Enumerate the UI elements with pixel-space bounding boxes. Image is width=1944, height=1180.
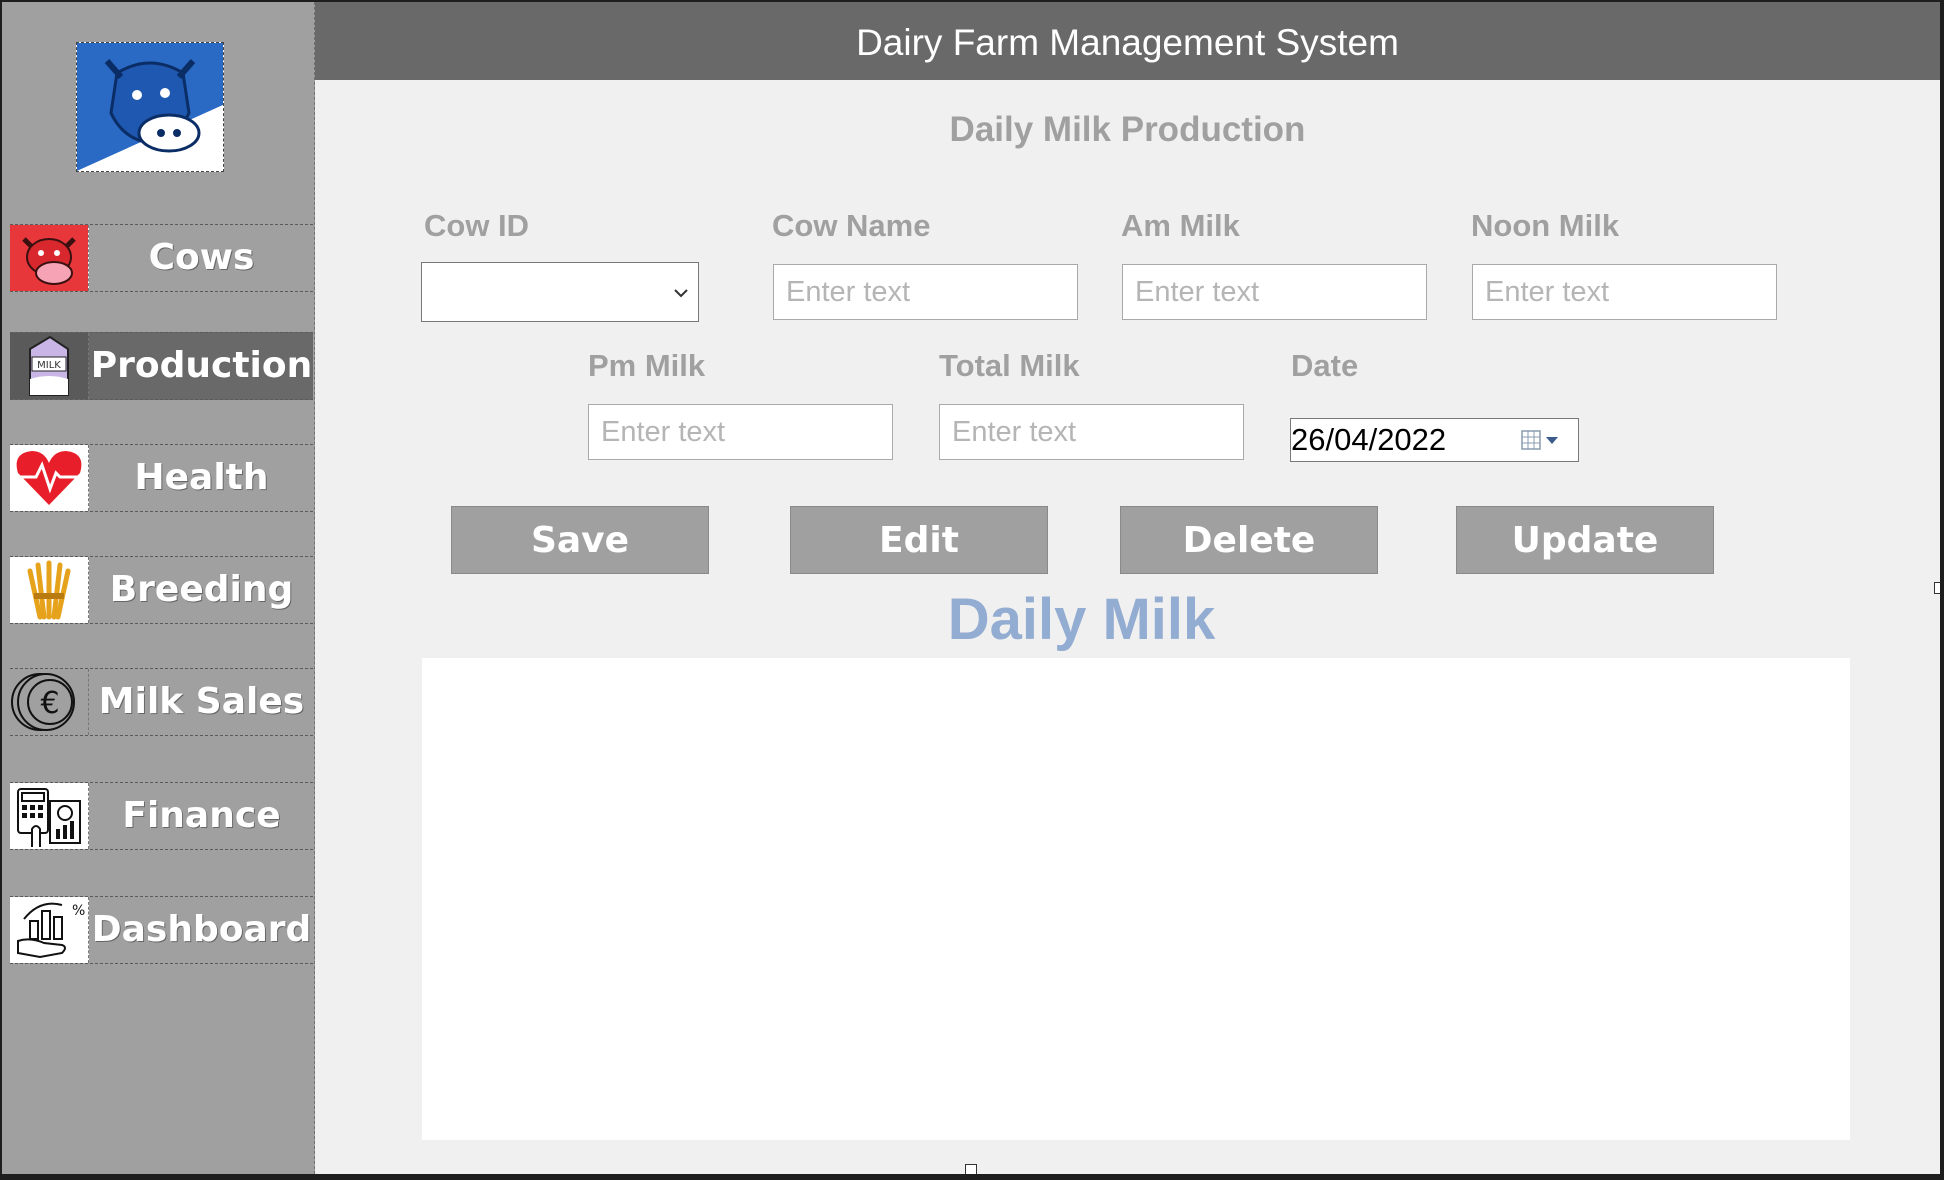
sidebar-item-dashboard[interactable]: % Dashboard [10,896,313,964]
cow-name-label: Cow Name [772,208,931,243]
section-title: Daily Milk Production [949,110,1306,149]
sidebar-item-finance[interactable]: Finance [10,782,313,850]
pm-milk-label: Pm Milk [588,348,706,383]
save-button[interactable]: Save [451,506,709,574]
grid-title-text: Daily Milk [947,587,1216,652]
sidebar-item-cows[interactable]: Cows [10,224,313,292]
sidebar-item-label: Health [134,457,269,498]
cow-icon [10,225,89,291]
dashboard-chart-icon: % [10,897,89,963]
sidebar-item-label: Cows [148,237,255,278]
cow-name-input[interactable] [773,264,1078,320]
heartbeat-icon [10,445,89,511]
date-label: Date [1291,348,1359,383]
sidebar-item-label: Dashboard [91,909,312,950]
svg-text:MILK: MILK [37,360,61,371]
svg-text:%: % [72,903,85,919]
svg-text:€: € [40,686,59,721]
total-milk-label: Total Milk [939,348,1080,383]
sidebar-item-health[interactable]: Health [10,444,313,512]
delete-button[interactable]: Delete [1120,506,1378,574]
pm-milk-input[interactable] [588,404,893,460]
euro-coins-icon: € [10,669,89,735]
daily-milk-grid[interactable] [422,658,1850,1140]
sidebar-item-label: Finance [122,795,281,836]
noon-milk-input[interactable] [1472,264,1777,320]
chevron-down-icon [670,277,692,307]
total-milk-input[interactable] [939,404,1244,460]
sidebar-item-breeding[interactable]: Breeding [10,556,313,624]
calendar-icon[interactable] [1520,427,1562,453]
resize-handle-bottom[interactable] [965,1164,977,1174]
sidebar: Cows MILK Production Health Breeding € M… [2,2,315,1174]
milk-carton-icon: MILK [10,333,89,399]
resize-handle-right[interactable] [1934,582,1940,594]
sidebar-item-label: Milk Sales [98,681,305,722]
calculator-chart-icon [10,783,89,849]
app-title: Dairy Farm Management System [315,2,1940,80]
am-milk-input[interactable] [1122,264,1427,320]
date-value: 26/04/2022 [1291,422,1447,457]
sidebar-item-milk-sales[interactable]: € Milk Sales [10,668,313,736]
sidebar-item-production[interactable]: MILK Production [10,332,313,400]
update-button[interactable]: Update [1456,506,1714,574]
farm-logo [76,42,224,172]
sidebar-item-label: Production [90,345,313,386]
app-window: Cows MILK Production Health Breeding € M… [2,2,1940,1174]
cow-id-label: Cow ID [424,208,530,243]
edit-button[interactable]: Edit [790,506,1048,574]
sidebar-item-label: Breeding [109,569,294,610]
date-picker[interactable]: 26/04/2022 [1290,418,1579,462]
grid-title: Daily Milk [315,586,1940,653]
am-milk-label: Am Milk [1121,208,1240,243]
wheat-icon [10,557,89,623]
noon-milk-label: Noon Milk [1471,208,1620,243]
cow-id-dropdown[interactable] [421,262,699,322]
